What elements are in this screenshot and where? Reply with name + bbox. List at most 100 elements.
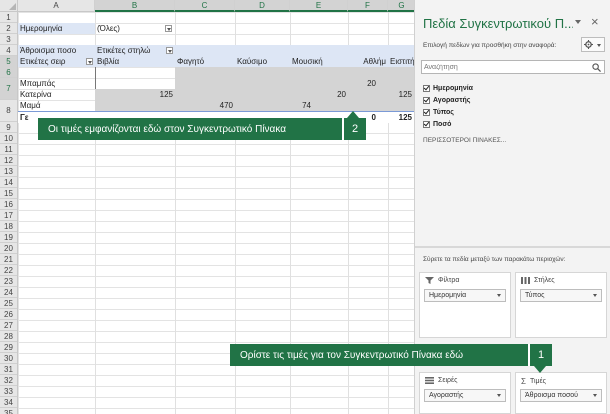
callout-text: Οι τιμές εμφανίζονται εδώ στον Συγκεντρω… (48, 123, 286, 135)
field-amount[interactable]: Ποσό (423, 119, 451, 130)
columns-area[interactable]: Στήλες Τύπος (515, 272, 607, 338)
row-header[interactable]: 26 (0, 309, 17, 320)
row-header[interactable]: 29 (0, 342, 17, 353)
row-header[interactable]: 32 (0, 375, 17, 386)
columns-area-title: Στήλες (521, 277, 555, 284)
column-header-c[interactable]: C (175, 0, 235, 12)
row-header[interactable]: 16 (0, 199, 17, 210)
value-cell[interactable]: 125 (95, 89, 175, 100)
row-header[interactable]: 1 (0, 12, 17, 23)
column-header-f[interactable]: F (348, 0, 388, 12)
category-cell[interactable]: Αθλήμ (348, 56, 388, 67)
row-header[interactable]: 8 (0, 100, 17, 122)
checkbox-checked-icon[interactable] (423, 109, 430, 116)
filter-label-cell[interactable]: Ημερομηνία (18, 23, 95, 34)
filters-field-pill[interactable]: Ημερομηνία (424, 289, 506, 302)
row-header[interactable]: 14 (0, 177, 17, 188)
row-header[interactable]: 20 (0, 243, 17, 254)
filter-dropdown-icon[interactable] (165, 25, 172, 32)
row-header[interactable]: 17 (0, 210, 17, 221)
row-labels-dropdown-icon[interactable] (86, 58, 93, 65)
row-header[interactable]: 15 (0, 188, 17, 199)
row-header[interactable]: 7 (0, 78, 17, 100)
value-cell[interactable]: 74 (235, 100, 313, 111)
value-cell[interactable]: 470 (175, 100, 235, 111)
row-header[interactable]: 13 (0, 166, 17, 177)
field-label: Τύπος (433, 109, 454, 116)
field-label: Ημερομηνία (433, 85, 473, 92)
filter-value-cell[interactable]: (Όλες) (95, 23, 175, 34)
value-cell[interactable]: 20 (290, 89, 348, 100)
row-header[interactable]: 35 (0, 408, 17, 414)
column-header-b[interactable]: B (95, 0, 175, 12)
value-cell[interactable]: 20 (348, 78, 378, 89)
checkbox-checked-icon[interactable] (423, 121, 430, 128)
row-header[interactable]: 30 (0, 353, 17, 364)
filters-area[interactable]: Φίλτρα Ημερομηνία (419, 272, 511, 338)
column-header-e[interactable]: E (290, 0, 348, 12)
rows-field-pill[interactable]: Αγοραστής (424, 389, 506, 402)
value-cell[interactable]: 125 (388, 89, 414, 100)
row-header[interactable]: 34 (0, 397, 17, 408)
row-header[interactable]: 24 (0, 287, 17, 298)
category-cell[interactable]: Φαγητό (175, 56, 235, 67)
column-labels-dropdown-icon[interactable] (166, 47, 173, 54)
row-header[interactable]: 2 (0, 23, 17, 34)
checkbox-checked-icon[interactable] (423, 85, 430, 92)
checkbox-checked-icon[interactable] (423, 97, 430, 104)
row-labels-cell[interactable]: Ετικέτες σειρ (18, 56, 95, 67)
search-icon[interactable] (592, 63, 601, 72)
search-input[interactable] (424, 62, 584, 72)
column-header-a[interactable]: A (18, 0, 95, 12)
field-date[interactable]: Ημερομηνία (423, 83, 473, 94)
row-header[interactable]: 9 (0, 122, 17, 133)
category-cell[interactable]: Ειστιτήρ (388, 56, 414, 67)
row-header[interactable]: 19 (0, 232, 17, 243)
select-all-corner[interactable] (0, 0, 18, 12)
grand-total-value[interactable]: 125 (388, 112, 414, 123)
column-labels-cell[interactable]: Ετικέτες στηλώ (95, 45, 175, 56)
row-header[interactable]: 6 (0, 67, 17, 78)
pane-splitter[interactable] (415, 246, 610, 248)
row-label-cell[interactable]: Κατερίνα (18, 89, 95, 100)
row-header[interactable]: 22 (0, 265, 17, 276)
more-tables-link[interactable]: ΠΕΡΙΣΣΟΤΕΡΟΙ ΠΙΝΑΚΕΣ... (423, 137, 506, 144)
row-label-cell[interactable]: Μπαμπάς (18, 78, 95, 89)
field-search[interactable] (421, 60, 605, 74)
rows-area[interactable]: Σειρές Αγοραστής (419, 372, 511, 414)
row-header[interactable]: 12 (0, 155, 17, 166)
close-icon[interactable]: × (591, 14, 599, 29)
row-header[interactable]: 4 (0, 45, 17, 56)
row-header[interactable]: 18 (0, 221, 17, 232)
category-cell[interactable]: Μουσική (290, 56, 348, 67)
row-header[interactable]: 27 (0, 320, 17, 331)
column-headers: A B C D E F G (18, 0, 414, 12)
rows-icon (425, 377, 434, 384)
row-label-cell[interactable]: Μαμά (18, 100, 95, 111)
row-header[interactable]: 11 (0, 144, 17, 155)
values-field-pill[interactable]: Άθροισμα ποσού (520, 389, 602, 402)
columns-field-pill[interactable]: Τύπος (520, 289, 602, 302)
row-header[interactable]: 33 (0, 386, 17, 397)
tools-button[interactable] (581, 37, 605, 52)
row-header[interactable]: 3 (0, 34, 17, 45)
values-label-cell[interactable]: Άθροισμα ποσο (18, 45, 95, 56)
row-header[interactable]: 10 (0, 133, 17, 144)
selection-highlight (175, 67, 414, 89)
field-label: Αγοραστής (433, 97, 471, 104)
pill-label: Άθροισμα ποσού (525, 392, 579, 399)
category-cell[interactable]: Καύσιμο (235, 56, 290, 67)
row-header[interactable]: 28 (0, 331, 17, 342)
pane-options-chevron-icon[interactable] (575, 20, 581, 24)
row-header[interactable]: 25 (0, 298, 17, 309)
category-cell[interactable]: Βιβλία (95, 56, 175, 67)
values-area[interactable]: Σ Τιμές Άθροισμα ποσού (515, 372, 607, 414)
column-header-g[interactable]: G (388, 0, 414, 12)
column-header-d[interactable]: D (235, 0, 290, 12)
field-buyer[interactable]: Αγοραστής (423, 95, 470, 106)
field-type[interactable]: Τύπος (423, 107, 454, 118)
row-header[interactable]: 23 (0, 276, 17, 287)
row-header[interactable]: 31 (0, 364, 17, 375)
row-header[interactable]: 21 (0, 254, 17, 265)
field-label: Ποσό (433, 121, 452, 128)
